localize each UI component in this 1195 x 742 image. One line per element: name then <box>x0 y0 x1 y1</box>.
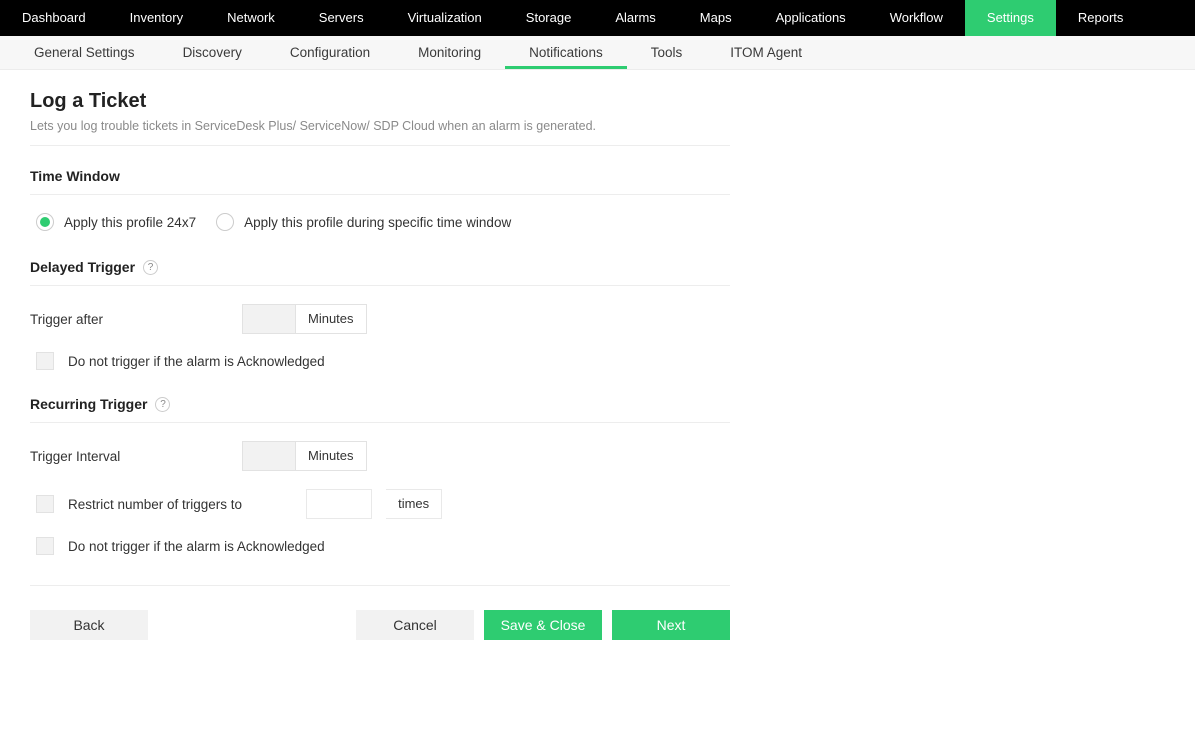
trigger-after-label: Trigger after <box>30 312 242 327</box>
cancel-button[interactable]: Cancel <box>356 610 474 640</box>
page-body: Log a Ticket Lets you log trouble ticket… <box>0 70 760 660</box>
page-title: Log a Ticket <box>30 90 730 113</box>
delayed-ack-row: Do not trigger if the alarm is Acknowled… <box>36 352 730 370</box>
trigger-interval-label: Trigger Interval <box>30 449 242 464</box>
restrict-label: Restrict number of triggers to <box>68 497 242 512</box>
radio-apply-window[interactable] <box>216 213 234 231</box>
section-recurring-heading: Recurring Trigger ? <box>30 388 730 423</box>
page-desc: Lets you log trouble tickets in ServiceD… <box>30 119 730 133</box>
subnav-general-settings[interactable]: General Settings <box>10 36 159 69</box>
time-window-radios: Apply this profile 24x7 Apply this profi… <box>30 213 730 231</box>
help-icon[interactable]: ? <box>155 397 170 412</box>
recurring-trigger-label: Recurring Trigger <box>30 396 147 412</box>
trigger-interval-row: Trigger Interval Minutes <box>30 441 730 471</box>
subnav-configuration[interactable]: Configuration <box>266 36 394 69</box>
trigger-after-unit: Minutes <box>296 304 367 334</box>
nav-reports[interactable]: Reports <box>1056 0 1146 36</box>
section-delayed-heading: Delayed Trigger ? <box>30 251 730 286</box>
footer-divider <box>30 585 730 586</box>
sub-nav: General Settings Discovery Configuration… <box>0 36 1195 70</box>
restrict-checkbox[interactable] <box>36 495 54 513</box>
nav-inventory[interactable]: Inventory <box>108 0 205 36</box>
radio-apply-24x7-label[interactable]: Apply this profile 24x7 <box>64 215 196 230</box>
restrict-input[interactable] <box>306 489 372 519</box>
delayed-trigger-label: Delayed Trigger <box>30 259 135 275</box>
nav-network[interactable]: Network <box>205 0 297 36</box>
subnav-monitoring[interactable]: Monitoring <box>394 36 505 69</box>
help-icon[interactable]: ? <box>143 260 158 275</box>
trigger-interval-unit: Minutes <box>296 441 367 471</box>
time-window-label: Time Window <box>30 168 120 184</box>
restrict-unit: times <box>386 489 442 519</box>
trigger-interval-input[interactable] <box>242 441 296 471</box>
section-time-window-heading: Time Window <box>30 160 730 195</box>
subnav-tools[interactable]: Tools <box>627 36 707 69</box>
recurring-ack-label: Do not trigger if the alarm is Acknowled… <box>68 539 325 554</box>
delayed-ack-label: Do not trigger if the alarm is Acknowled… <box>68 354 325 369</box>
nav-applications[interactable]: Applications <box>754 0 868 36</box>
recurring-ack-row: Do not trigger if the alarm is Acknowled… <box>36 537 730 555</box>
nav-virtualization[interactable]: Virtualization <box>386 0 504 36</box>
save-close-button[interactable]: Save & Close <box>484 610 602 640</box>
radio-apply-24x7[interactable] <box>36 213 54 231</box>
delayed-ack-checkbox[interactable] <box>36 352 54 370</box>
trigger-after-row: Trigger after Minutes <box>30 304 730 334</box>
nav-maps[interactable]: Maps <box>678 0 754 36</box>
next-button[interactable]: Next <box>612 610 730 640</box>
nav-storage[interactable]: Storage <box>504 0 594 36</box>
trigger-after-input[interactable] <box>242 304 296 334</box>
recurring-ack-checkbox[interactable] <box>36 537 54 555</box>
nav-alarms[interactable]: Alarms <box>593 0 677 36</box>
subnav-notifications[interactable]: Notifications <box>505 36 627 69</box>
back-button[interactable]: Back <box>30 610 148 640</box>
top-nav: Dashboard Inventory Network Servers Virt… <box>0 0 1195 36</box>
button-row: Back Cancel Save & Close Next <box>30 610 730 640</box>
restrict-row: Restrict number of triggers to times <box>36 489 730 519</box>
nav-servers[interactable]: Servers <box>297 0 386 36</box>
divider <box>30 145 730 146</box>
nav-workflow[interactable]: Workflow <box>868 0 965 36</box>
nav-settings[interactable]: Settings <box>965 0 1056 36</box>
radio-apply-window-label[interactable]: Apply this profile during specific time … <box>244 215 511 230</box>
subnav-discovery[interactable]: Discovery <box>159 36 266 69</box>
nav-dashboard[interactable]: Dashboard <box>0 0 108 36</box>
subnav-itom-agent[interactable]: ITOM Agent <box>706 36 826 69</box>
